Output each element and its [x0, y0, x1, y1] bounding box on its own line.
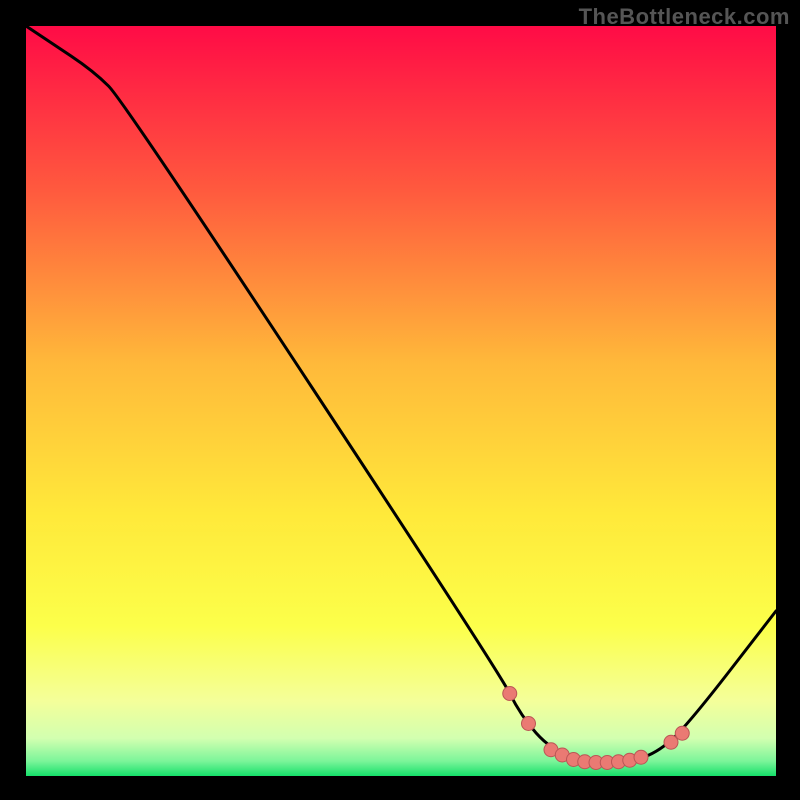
- data-marker: [675, 726, 689, 740]
- data-marker: [503, 687, 517, 701]
- data-marker: [634, 750, 648, 764]
- plot-background: [26, 26, 776, 776]
- chart-frame: TheBottleneck.com: [0, 0, 800, 800]
- data-marker: [664, 735, 678, 749]
- bottleneck-chart: [0, 0, 800, 800]
- data-marker: [522, 717, 536, 731]
- watermark-text: TheBottleneck.com: [579, 4, 790, 30]
